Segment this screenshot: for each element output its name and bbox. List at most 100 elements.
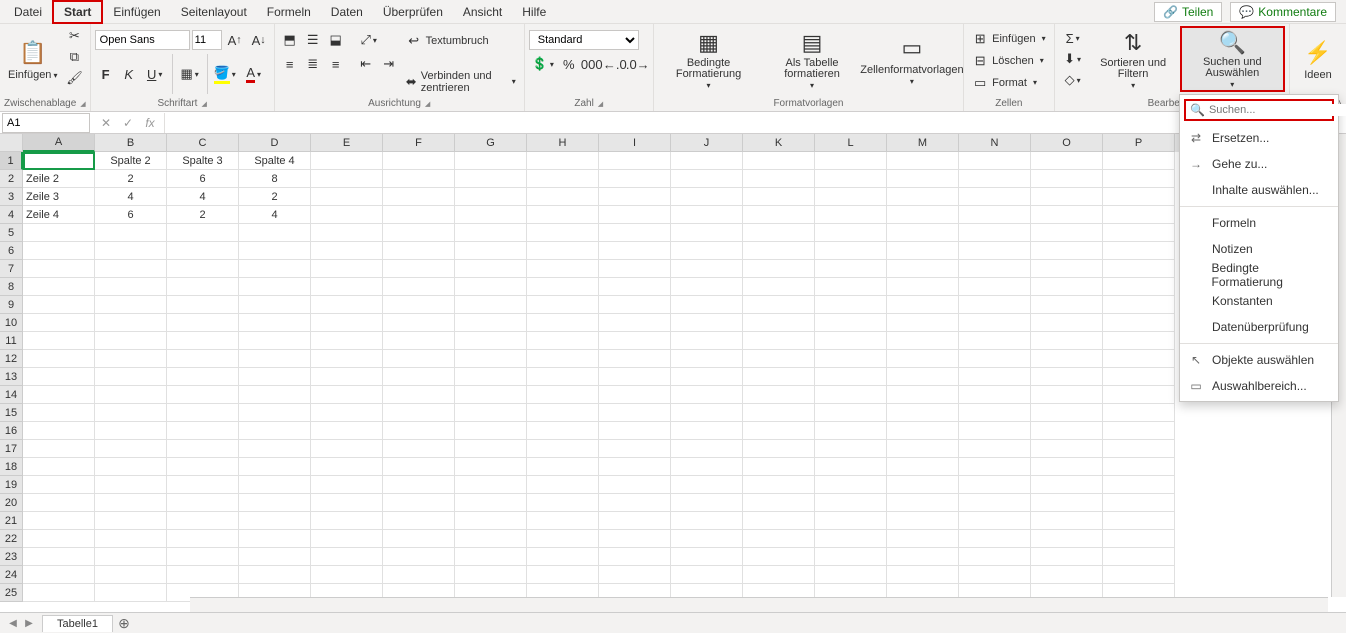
cell-D8[interactable] — [239, 278, 311, 296]
cell-B17[interactable] — [95, 440, 167, 458]
cell-B19[interactable] — [95, 476, 167, 494]
cell-C24[interactable] — [167, 566, 239, 584]
cell-C8[interactable] — [167, 278, 239, 296]
cell-J24[interactable] — [671, 566, 743, 584]
cell-G14[interactable] — [455, 386, 527, 404]
cell-A11[interactable] — [23, 332, 95, 350]
cell-N15[interactable] — [959, 404, 1031, 422]
cell-N2[interactable] — [959, 170, 1031, 188]
insert-function-button[interactable]: fx — [140, 113, 160, 133]
cell-H10[interactable] — [527, 314, 599, 332]
comments-button[interactable]: 💬 Kommentare — [1230, 2, 1336, 22]
cell-H22[interactable] — [527, 530, 599, 548]
cell-H7[interactable] — [527, 260, 599, 278]
cell-I3[interactable] — [599, 188, 671, 206]
cell-D7[interactable] — [239, 260, 311, 278]
cell-O19[interactable] — [1031, 476, 1103, 494]
cell-B12[interactable] — [95, 350, 167, 368]
cell-I12[interactable] — [599, 350, 671, 368]
cell-H17[interactable] — [527, 440, 599, 458]
cell-J9[interactable] — [671, 296, 743, 314]
cell-J11[interactable] — [671, 332, 743, 350]
cell-I14[interactable] — [599, 386, 671, 404]
cell-J19[interactable] — [671, 476, 743, 494]
menu-formeln[interactable]: Formeln — [1180, 210, 1338, 236]
column-header-M[interactable]: M — [887, 134, 959, 152]
cell-E23[interactable] — [311, 548, 383, 566]
cell-H4[interactable] — [527, 206, 599, 224]
cell-N5[interactable] — [959, 224, 1031, 242]
cell-D2[interactable]: 8 — [239, 170, 311, 188]
cell-G24[interactable] — [455, 566, 527, 584]
cell-B8[interactable] — [95, 278, 167, 296]
column-header-K[interactable]: K — [743, 134, 815, 152]
column-header-B[interactable]: B — [95, 134, 167, 152]
cell-J5[interactable] — [671, 224, 743, 242]
cell-D22[interactable] — [239, 530, 311, 548]
enter-formula-button[interactable]: ✓ — [118, 113, 138, 133]
cell-K10[interactable] — [743, 314, 815, 332]
cell-A23[interactable] — [23, 548, 95, 566]
cell-B22[interactable] — [95, 530, 167, 548]
cell-O13[interactable] — [1031, 368, 1103, 386]
cell-G5[interactable] — [455, 224, 527, 242]
cell-N4[interactable] — [959, 206, 1031, 224]
row-header-10[interactable]: 10 — [0, 314, 23, 332]
row-header-17[interactable]: 17 — [0, 440, 23, 458]
cell-D3[interactable]: 2 — [239, 188, 311, 206]
cell-B4[interactable]: 6 — [95, 206, 167, 224]
cell-I9[interactable] — [599, 296, 671, 314]
cell-O12[interactable] — [1031, 350, 1103, 368]
row-header-8[interactable]: 8 — [0, 278, 23, 296]
cell-I7[interactable] — [599, 260, 671, 278]
tab-einfuegen[interactable]: Einfügen — [103, 2, 170, 22]
cell-M19[interactable] — [887, 476, 959, 494]
formula-input[interactable] — [165, 113, 1346, 133]
cell-E6[interactable] — [311, 242, 383, 260]
cell-D19[interactable] — [239, 476, 311, 494]
cell-N1[interactable] — [959, 152, 1031, 170]
cell-C23[interactable] — [167, 548, 239, 566]
row-header-4[interactable]: 4 — [0, 206, 23, 224]
cell-I8[interactable] — [599, 278, 671, 296]
cell-N18[interactable] — [959, 458, 1031, 476]
cell-L1[interactable] — [815, 152, 887, 170]
cell-H5[interactable] — [527, 224, 599, 242]
cell-H24[interactable] — [527, 566, 599, 584]
cell-F16[interactable] — [383, 422, 455, 440]
cell-J13[interactable] — [671, 368, 743, 386]
cell-L18[interactable] — [815, 458, 887, 476]
cell-J18[interactable] — [671, 458, 743, 476]
cell-F9[interactable] — [383, 296, 455, 314]
cell-N20[interactable] — [959, 494, 1031, 512]
cell-G23[interactable] — [455, 548, 527, 566]
menu-inhalte[interactable]: Inhalte auswählen... — [1180, 177, 1338, 203]
tab-ueberpruefen[interactable]: Überprüfen — [373, 2, 453, 22]
row-header-25[interactable]: 25 — [0, 584, 23, 602]
cell-O6[interactable] — [1031, 242, 1103, 260]
cell-K3[interactable] — [743, 188, 815, 206]
cell-L8[interactable] — [815, 278, 887, 296]
menu-datenueberpruefung[interactable]: Datenüberprüfung — [1180, 314, 1338, 340]
cell-O20[interactable] — [1031, 494, 1103, 512]
fill-color-button[interactable]: 🪣▾ — [211, 64, 239, 84]
sort-filter-button[interactable]: ⇅ Sortieren und Filtern▾ — [1089, 26, 1178, 92]
column-header-P[interactable]: P — [1103, 134, 1175, 152]
cell-N8[interactable] — [959, 278, 1031, 296]
format-as-table-button[interactable]: ▤ Als Tabelle formatieren▾ — [761, 26, 862, 92]
thousands-button[interactable]: 000 — [581, 54, 603, 74]
row-header-6[interactable]: 6 — [0, 242, 23, 260]
cell-C5[interactable] — [167, 224, 239, 242]
group-label-zwischenablage[interactable]: Zwischenablage — [4, 97, 86, 111]
cell-O17[interactable] — [1031, 440, 1103, 458]
cell-I15[interactable] — [599, 404, 671, 422]
cell-F15[interactable] — [383, 404, 455, 422]
cell-C12[interactable] — [167, 350, 239, 368]
cell-B7[interactable] — [95, 260, 167, 278]
cell-P7[interactable] — [1103, 260, 1175, 278]
column-header-I[interactable]: I — [599, 134, 671, 152]
cell-G15[interactable] — [455, 404, 527, 422]
cell-I20[interactable] — [599, 494, 671, 512]
cell-A14[interactable] — [23, 386, 95, 404]
menu-bedingte[interactable]: Bedingte Formatierung — [1180, 262, 1338, 288]
